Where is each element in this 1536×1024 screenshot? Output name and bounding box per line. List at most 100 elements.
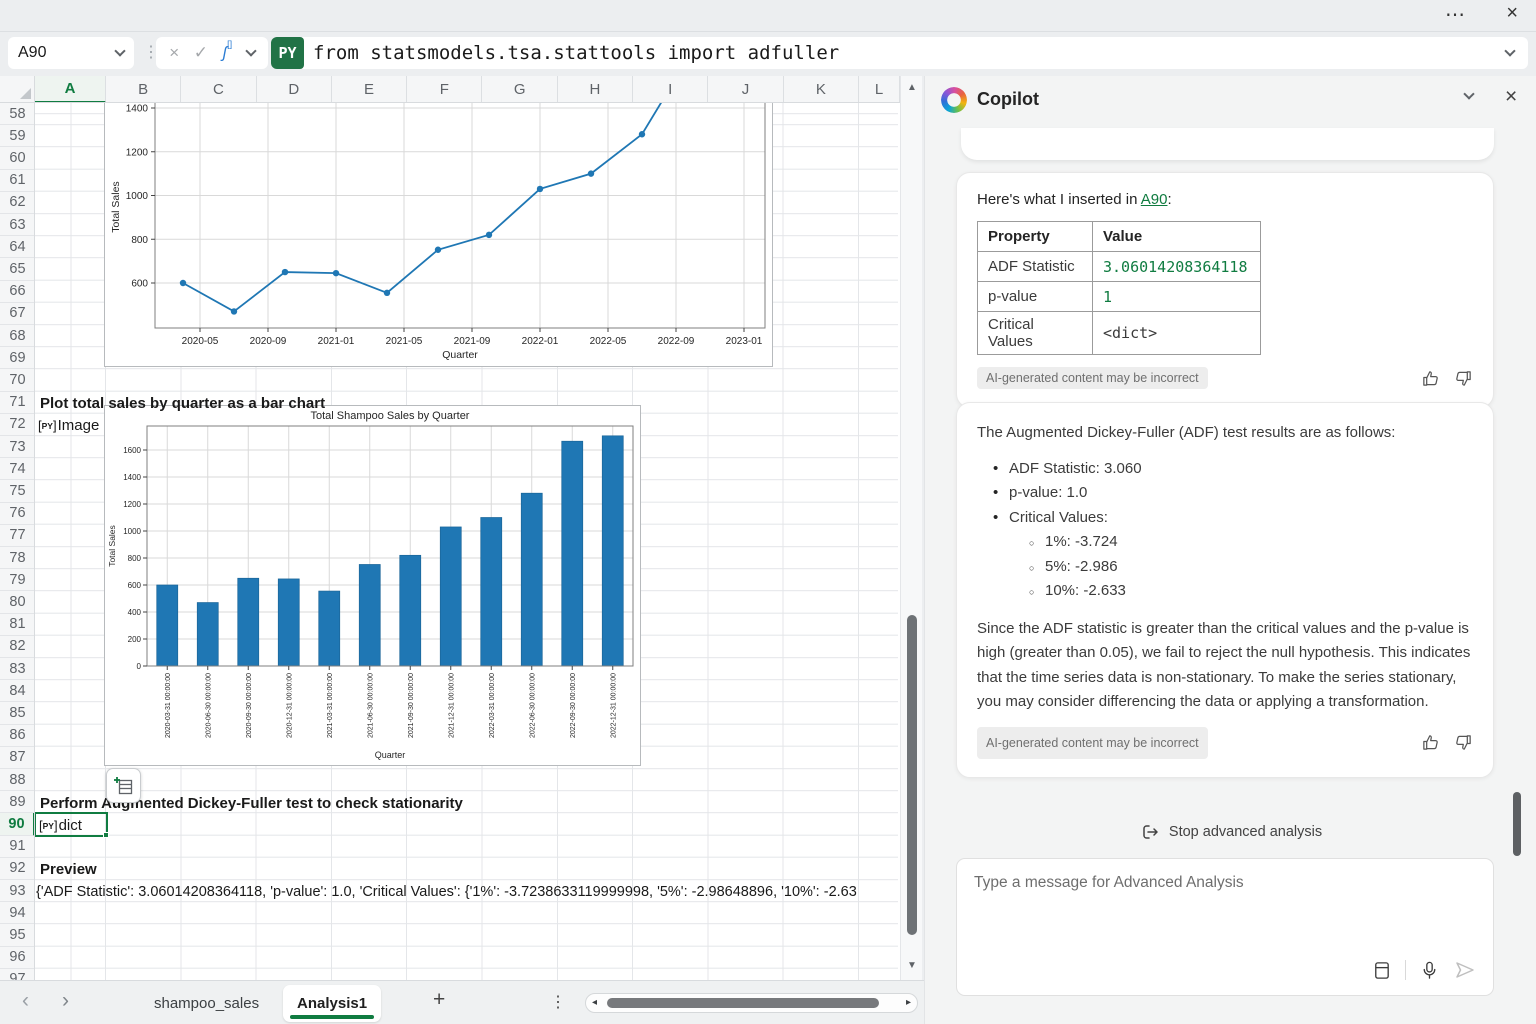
- vertical-scrollbar-thumb[interactable]: [907, 615, 917, 935]
- column-header-h[interactable]: H: [558, 76, 633, 103]
- row-header-79[interactable]: 79: [0, 569, 35, 591]
- grid-area[interactable]: 2020-052020-092021-012021-052021-092022-…: [35, 103, 898, 980]
- row-header-88[interactable]: 88: [0, 769, 35, 791]
- copilot-message-input[interactable]: [957, 859, 1493, 939]
- cell-reference-link[interactable]: A90: [1141, 191, 1168, 208]
- next-sheet-icon[interactable]: ›: [62, 989, 69, 1013]
- select-all-corner[interactable]: [0, 76, 35, 103]
- enter-icon[interactable]: ✓: [194, 43, 208, 63]
- row-header-58[interactable]: 58: [0, 103, 35, 125]
- horizontal-scrollbar[interactable]: ◂ ▸: [585, 993, 918, 1013]
- copilot-scrollbar-thumb[interactable]: [1513, 792, 1521, 856]
- send-icon[interactable]: [1453, 958, 1477, 982]
- insert-data-button[interactable]: [106, 768, 141, 803]
- cell-a72[interactable]: [PY]Image: [38, 414, 99, 436]
- column-header-b[interactable]: B: [106, 76, 181, 103]
- row-header-62[interactable]: 62: [0, 192, 35, 214]
- notebook-icon[interactable]: [1371, 960, 1392, 981]
- row-header-73[interactable]: 73: [0, 436, 35, 458]
- row-header-91[interactable]: 91: [0, 836, 35, 858]
- row-header-60[interactable]: 60: [0, 147, 35, 169]
- row-header-72[interactable]: 72: [0, 414, 35, 436]
- microphone-icon[interactable]: [1419, 960, 1440, 981]
- row-header-59[interactable]: 59: [0, 125, 35, 147]
- column-header-d[interactable]: D: [257, 76, 332, 103]
- row-header-84[interactable]: 84: [0, 680, 35, 702]
- column-header-k[interactable]: K: [784, 76, 859, 103]
- row-header-76[interactable]: 76: [0, 503, 35, 525]
- sheet-list-icon[interactable]: ⋮: [550, 992, 566, 1012]
- row-header-82[interactable]: 82: [0, 636, 35, 658]
- row-header-69[interactable]: 69: [0, 347, 35, 369]
- cell-a92[interactable]: Preview: [40, 858, 97, 880]
- row-header-86[interactable]: 86: [0, 725, 35, 747]
- column-header-e[interactable]: E: [332, 76, 407, 103]
- row-header-75[interactable]: 75: [0, 480, 35, 502]
- row-header-85[interactable]: 85: [0, 702, 35, 724]
- row-header-74[interactable]: 74: [0, 458, 35, 480]
- bar-chart-object[interactable]: Total Shampoo Sales by Quarter0200400600…: [104, 405, 641, 766]
- row-header-87[interactable]: 87: [0, 747, 35, 769]
- window-close-icon[interactable]: ×: [1506, 2, 1518, 25]
- name-box[interactable]: A90: [8, 37, 134, 69]
- scroll-down-icon[interactable]: ▼: [901, 960, 923, 971]
- row-header-67[interactable]: 67: [0, 303, 35, 325]
- row-header-83[interactable]: 83: [0, 658, 35, 680]
- row-header-61[interactable]: 61: [0, 170, 35, 192]
- thumbs-down-icon[interactable]: [1454, 733, 1473, 752]
- row-header-66[interactable]: 66: [0, 281, 35, 303]
- row-header-63[interactable]: 63: [0, 214, 35, 236]
- line-chart-object[interactable]: 2020-052020-092021-012021-052021-092022-…: [104, 103, 773, 367]
- row-header-64[interactable]: 64: [0, 236, 35, 258]
- cell-a71[interactable]: Plot total sales by quarter as a bar cha…: [40, 392, 325, 414]
- copilot-close-icon[interactable]: ×: [1505, 85, 1517, 109]
- add-sheet-button[interactable]: +: [425, 988, 453, 1012]
- scroll-right-icon[interactable]: ▸: [906, 997, 911, 1008]
- row-header-65[interactable]: 65: [0, 258, 35, 280]
- python-function-icon[interactable]: ʃ[]: [223, 43, 233, 62]
- thumbs-up-icon[interactable]: [1421, 369, 1440, 388]
- row-header-81[interactable]: 81: [0, 614, 35, 636]
- sheet-tab-analysis1[interactable]: Analysis1: [283, 985, 381, 1022]
- row-header-77[interactable]: 77: [0, 525, 35, 547]
- row-header-80[interactable]: 80: [0, 591, 35, 613]
- cell-a89[interactable]: Perform Augmented Dickey-Fuller test to …: [40, 792, 463, 814]
- stop-advanced-analysis-button[interactable]: Stop advanced analysis: [925, 817, 1536, 847]
- horizontal-scrollbar-thumb[interactable]: [607, 998, 879, 1008]
- cancel-icon[interactable]: ×: [169, 43, 179, 63]
- column-header-a[interactable]: A: [35, 76, 106, 103]
- row-header-93[interactable]: 93: [0, 880, 35, 902]
- row-header-71[interactable]: 71: [0, 392, 35, 414]
- formula-input[interactable]: PY from statsmodels.tsa.stattools import…: [271, 37, 1528, 69]
- column-header-j[interactable]: J: [708, 76, 783, 103]
- row-header-70[interactable]: 70: [0, 369, 35, 391]
- active-cell-selection[interactable]: [35, 812, 108, 837]
- function-chevron-down-icon[interactable]: [245, 45, 256, 56]
- cell-a93[interactable]: {'ADF Statistic': 3.06014208364118, 'p-v…: [36, 881, 857, 903]
- column-header-i[interactable]: I: [633, 76, 708, 103]
- column-header-g[interactable]: G: [483, 76, 558, 103]
- vertical-scrollbar[interactable]: ▲ ▼: [900, 76, 922, 980]
- name-box-chevron-down-icon[interactable]: [114, 45, 125, 56]
- sheet-tab-shampoo-sales[interactable]: shampoo_sales: [144, 981, 269, 1024]
- scroll-left-icon[interactable]: ◂: [592, 997, 597, 1008]
- row-header-89[interactable]: 89: [0, 791, 35, 813]
- row-header-78[interactable]: 78: [0, 547, 35, 569]
- row-header-97[interactable]: 97: [0, 969, 35, 980]
- row-header-96[interactable]: 96: [0, 947, 35, 969]
- row-header-94[interactable]: 94: [0, 902, 35, 924]
- row-header-90[interactable]: 90: [0, 813, 35, 835]
- column-header-l[interactable]: L: [859, 76, 900, 103]
- scroll-up-icon[interactable]: ▲: [901, 82, 923, 93]
- column-header-f[interactable]: F: [407, 76, 482, 103]
- column-header-c[interactable]: C: [181, 76, 256, 103]
- fill-handle[interactable]: [103, 832, 109, 838]
- row-header-95[interactable]: 95: [0, 924, 35, 946]
- prev-sheet-icon[interactable]: ‹: [22, 989, 29, 1013]
- copilot-collapse-chevron-icon[interactable]: [1463, 88, 1474, 99]
- formula-bar-expand-icon[interactable]: [1504, 45, 1515, 56]
- window-more-icon[interactable]: ⋯: [1445, 2, 1466, 27]
- thumbs-up-icon[interactable]: [1421, 733, 1440, 752]
- row-header-92[interactable]: 92: [0, 858, 35, 880]
- row-header-68[interactable]: 68: [0, 325, 35, 347]
